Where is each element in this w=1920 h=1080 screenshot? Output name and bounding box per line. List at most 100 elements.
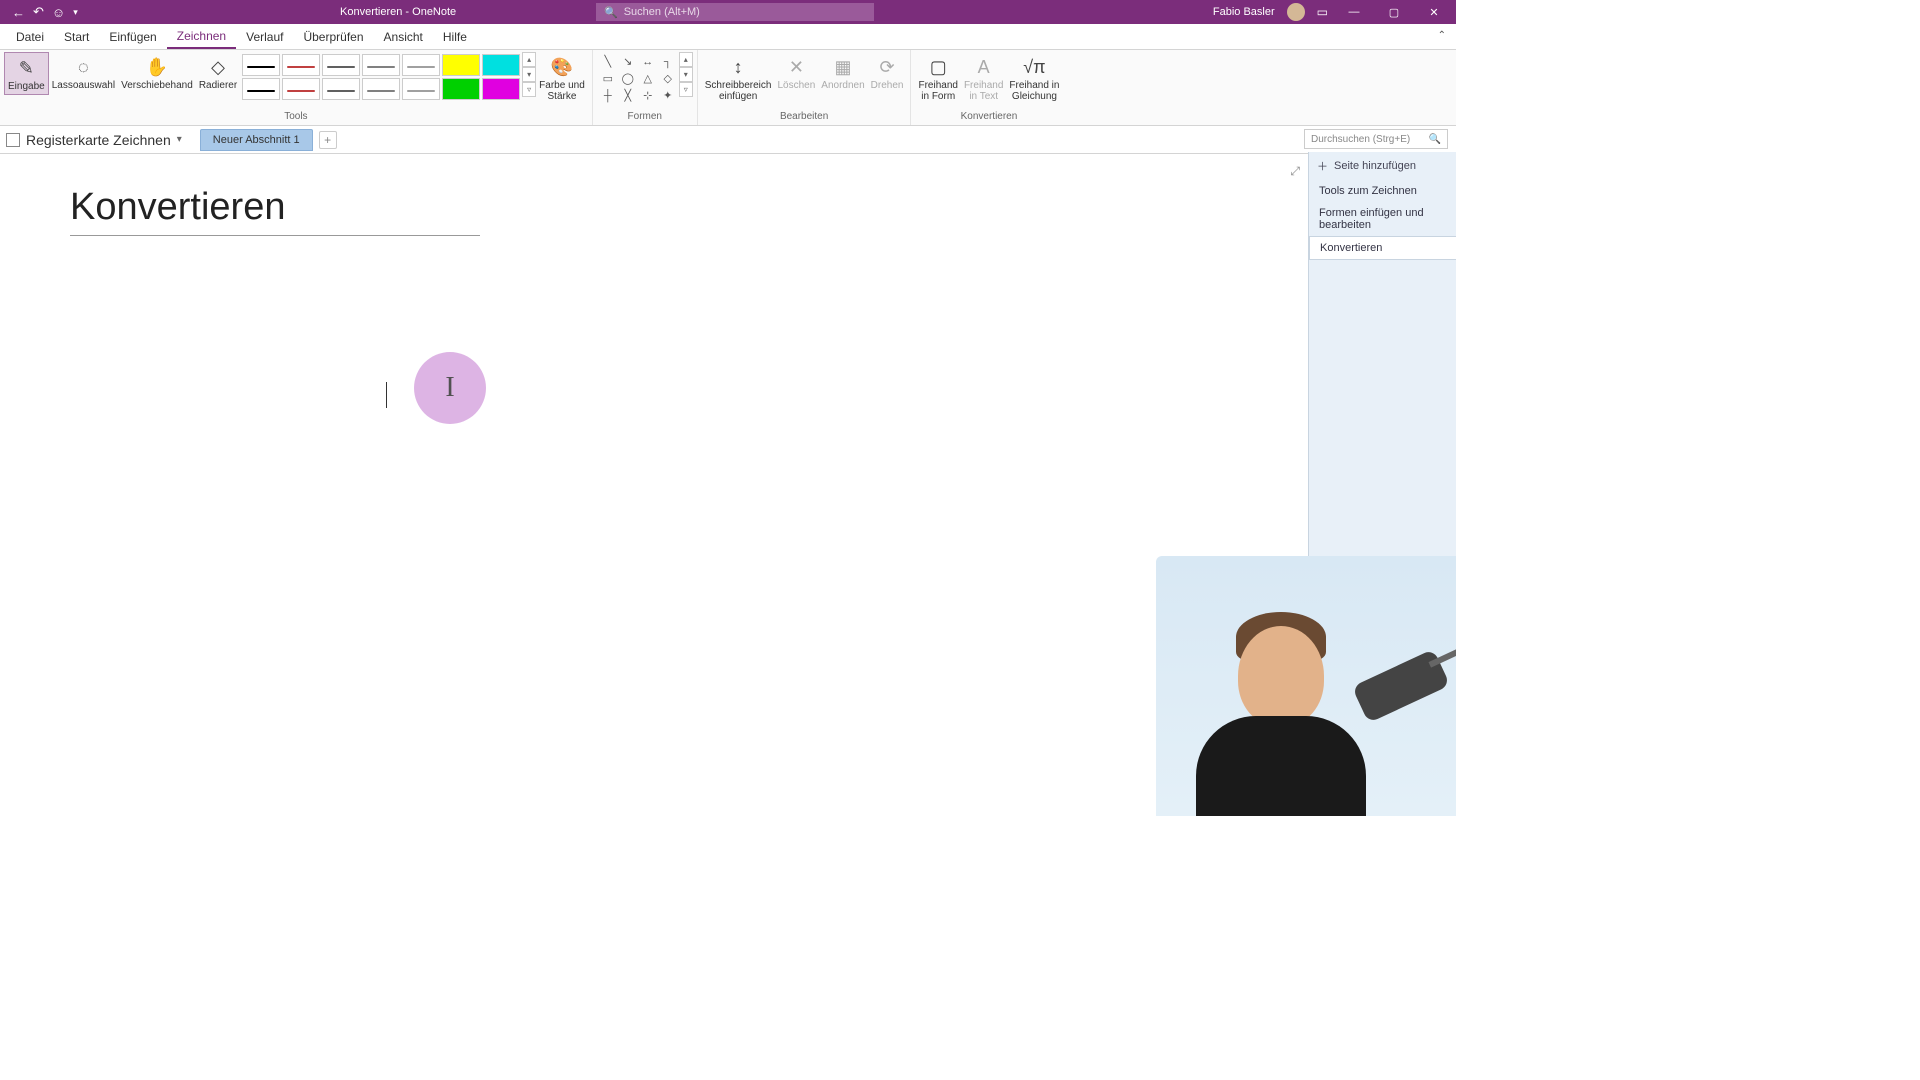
tab-ansicht[interactable]: Ansicht [374, 26, 433, 48]
qat-dropdown-icon[interactable]: ▾ [73, 7, 78, 18]
farbe-staerke-button[interactable]: 🎨 Farbe und Stärke [536, 52, 588, 104]
notebook-name-label: Registerkarte Zeichnen [26, 132, 171, 148]
global-search-input[interactable]: 🔍 Suchen (Alt+M) [596, 3, 874, 21]
page-list: Tools zum ZeichnenFormen einfügen und be… [1309, 180, 1456, 260]
shape-axes3[interactable]: ⊹ [639, 88, 657, 103]
minimize-button[interactable]: — [1340, 6, 1368, 18]
ribbon-group-formen: ╲ ↘ ↔ ┐ ▭ ◯ △ ◇ ┼ ╳ ⊹ ✦ [593, 50, 698, 125]
shape-axes[interactable]: ┼ [599, 88, 617, 103]
add-section-button[interactable]: + [319, 131, 337, 149]
webcam-overlay [1156, 556, 1456, 816]
shape-diamond[interactable]: ◇ [659, 71, 677, 86]
gallery-more-icon[interactable]: ▿ [522, 82, 536, 97]
pen-swatch[interactable] [482, 78, 520, 100]
group-label-konvertieren: Konvertieren [961, 111, 1018, 123]
group-label-tools: Tools [284, 111, 307, 123]
schreibbereich-button[interactable]: ↕ Schreibbereich einfügen [702, 52, 775, 104]
freihand-text-button: A Freihand in Text [961, 52, 1006, 104]
shape-arrow[interactable]: ↘ [619, 54, 637, 69]
shape-more-icon[interactable]: ▿ [679, 82, 693, 97]
gallery-down-icon[interactable]: ▾ [522, 67, 536, 82]
pen-swatch[interactable] [362, 78, 400, 100]
drehen-button: ⟳ Drehen [868, 52, 907, 93]
page-item[interactable]: Konvertieren [1309, 236, 1456, 260]
shape-line[interactable]: ╲ [599, 54, 617, 69]
tab-datei[interactable]: Datei [6, 26, 54, 48]
touch-icon[interactable]: ☺ [52, 5, 65, 20]
gallery-up-icon[interactable]: ▴ [522, 52, 536, 67]
presenter-figure [1206, 606, 1356, 816]
verschiebehand-button[interactable]: ✋ Verschiebehand [118, 52, 196, 93]
shape-axes4[interactable]: ✦ [659, 88, 677, 103]
freihand-form-button[interactable]: ▢ Freihand in Form [915, 52, 960, 104]
user-area: Fabio Basler ▭ — ▢ ✕ [1213, 3, 1448, 21]
pen-gallery-arrows: ▴ ▾ ▿ [522, 52, 536, 102]
tab-einfuegen[interactable]: Einfügen [99, 26, 166, 48]
pen-swatch[interactable] [482, 54, 520, 76]
ink-to-shape-icon: ▢ [930, 54, 947, 80]
ink-to-text-icon: A [978, 54, 990, 80]
shape-rect[interactable]: ▭ [599, 71, 617, 86]
search-icon: 🔍 [604, 6, 618, 19]
lasso-button[interactable]: ◌ Lassoauswahl [49, 52, 118, 93]
pen-swatch[interactable] [322, 54, 360, 76]
shape-down-icon[interactable]: ▾ [679, 67, 693, 82]
ribbon-mode-icon[interactable]: ▭ [1317, 5, 1328, 19]
shape-double-arrow[interactable]: ↔ [639, 54, 657, 69]
section-search-input[interactable]: Durchsuchen (Strg+E) 🔍 [1304, 129, 1448, 149]
hand-icon: ✋ [146, 54, 168, 80]
quick-access-toolbar: ← ↶ ☺ ▾ [0, 4, 78, 20]
add-page-button[interactable]: ＋ Seite hinzufügen [1309, 152, 1456, 180]
radierer-button[interactable]: ◇ Radierer [196, 52, 240, 93]
section-bar: Registerkarte Zeichnen ▾ Neuer Abschnitt… [0, 126, 1456, 154]
pen-swatch[interactable] [442, 54, 480, 76]
section-tab[interactable]: Neuer Abschnitt 1 [200, 129, 313, 151]
tab-zeichnen[interactable]: Zeichnen [167, 25, 236, 49]
page-item[interactable]: Tools zum Zeichnen [1309, 180, 1456, 202]
freihand-gleichung-button[interactable]: √π Freihand in Gleichung [1006, 52, 1062, 104]
tab-hilfe[interactable]: Hilfe [433, 26, 477, 48]
page-title[interactable]: Konvertieren [70, 186, 480, 236]
group-label-bearbeiten: Bearbeiten [780, 111, 828, 123]
note-canvas[interactable]: ⤢ Konvertieren I [0, 156, 1308, 816]
user-name[interactable]: Fabio Basler [1213, 6, 1275, 18]
pen-swatch[interactable] [402, 78, 440, 100]
microphone-icon [1352, 649, 1450, 723]
shape-triangle[interactable]: △ [639, 71, 657, 86]
expand-icon[interactable]: ⤢ [1290, 164, 1300, 179]
maximize-button[interactable]: ▢ [1380, 6, 1408, 19]
pen-swatch[interactable] [242, 54, 280, 76]
eingabe-button[interactable]: ✎ Eingabe [4, 52, 49, 95]
avatar[interactable] [1287, 3, 1305, 21]
page-item[interactable]: Formen einfügen und bearbeiten [1309, 202, 1456, 236]
pen-swatch[interactable] [402, 54, 440, 76]
rotate-icon: ⟳ [880, 54, 895, 80]
shape-oval[interactable]: ◯ [619, 71, 637, 86]
plus-icon: ＋ [1317, 158, 1328, 174]
shape-axes2[interactable]: ╳ [619, 88, 637, 103]
shape-up-icon[interactable]: ▴ [679, 52, 693, 67]
section-search-placeholder: Durchsuchen (Strg+E) [1311, 134, 1410, 145]
pen-swatch[interactable] [282, 78, 320, 100]
search-placeholder: Suchen (Alt+M) [624, 6, 700, 18]
shape-elbow[interactable]: ┐ [659, 54, 677, 69]
close-button[interactable]: ✕ [1420, 6, 1448, 19]
pen-swatch[interactable] [362, 54, 400, 76]
pen-swatch[interactable] [322, 78, 360, 100]
notebook-dropdown[interactable]: Registerkarte Zeichnen ▾ [6, 132, 182, 148]
insert-space-icon: ↕ [734, 54, 743, 80]
ribbon: ✎ Eingabe ◌ Lassoauswahl ✋ Verschiebehan… [0, 50, 1456, 126]
tab-start[interactable]: Start [54, 26, 99, 48]
ribbon-group-tools: ✎ Eingabe ◌ Lassoauswahl ✋ Verschiebehan… [0, 50, 593, 125]
title-bar: ← ↶ ☺ ▾ Konvertieren - OneNote 🔍 Suchen … [0, 0, 1456, 24]
pen-swatch[interactable] [242, 78, 280, 100]
back-icon[interactable]: ← [12, 5, 25, 20]
pen-swatch[interactable] [282, 54, 320, 76]
cursor-text-icon: ✎ [19, 55, 34, 81]
undo-icon[interactable]: ↶ [33, 4, 44, 20]
tab-verlauf[interactable]: Verlauf [236, 26, 293, 48]
lasso-icon: ◌ [78, 54, 89, 80]
collapse-ribbon-icon[interactable]: ⌃ [1438, 30, 1446, 41]
pen-swatch[interactable] [442, 78, 480, 100]
tab-ueberpruefen[interactable]: Überprüfen [293, 26, 373, 48]
